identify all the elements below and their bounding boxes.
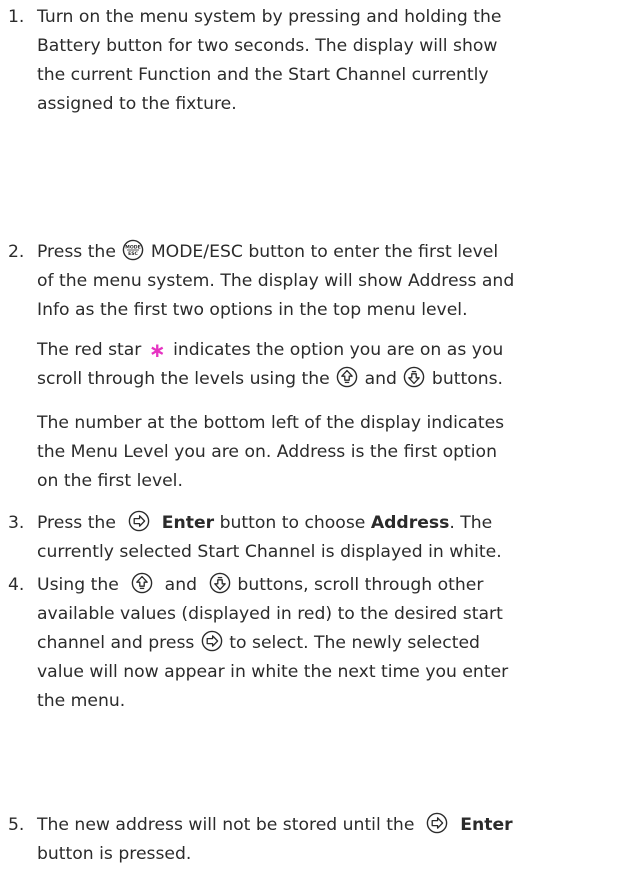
step-number: 3.: [8, 513, 25, 533]
mode-esc-button-icon: MODE ESC: [122, 239, 144, 261]
text-fragment: Press the: [37, 242, 116, 262]
text-line: Battery button for two seconds. The disp…: [37, 36, 498, 56]
text-line: the Menu Level you are on. Address is th…: [37, 442, 497, 462]
text-fragment: Press the: [37, 513, 116, 533]
step-2-paragraph-2: The red star ∗ indicates the option you …: [37, 336, 626, 394]
step-number: 5.: [8, 815, 25, 835]
text-fragment: button to choose: [219, 513, 366, 533]
text-fragment: The red star: [37, 340, 142, 360]
text-fragment: and: [364, 369, 397, 389]
text-fragment: MODE/ESC button to enter the first level: [150, 242, 499, 262]
down-arrow-button-icon: [209, 572, 231, 594]
enter-button-icon: [128, 510, 150, 532]
text-fragment: to select. The newly selected: [229, 633, 480, 653]
text-fragment: channel and press: [37, 633, 195, 653]
text-line: currently selected Start Channel is disp…: [37, 542, 502, 562]
text-line: on the first level.: [37, 471, 183, 491]
esc-label: ESC: [128, 251, 138, 257]
text-line: assigned to the fixture.: [37, 94, 237, 114]
step-number: 1.: [8, 7, 25, 27]
step-1-text: Turn on the menu system by pressing and …: [37, 3, 626, 119]
enter-button-icon: [201, 630, 223, 652]
text-line: button is pressed.: [37, 844, 192, 864]
text-fragment: buttons, scroll through other: [237, 575, 484, 595]
text-line: Turn on the menu system by pressing and …: [37, 7, 502, 27]
step-5-text: The new address will not be stored until…: [37, 811, 626, 869]
text-line: of the menu system. The display will sho…: [37, 271, 515, 291]
step-number: 2.: [8, 242, 25, 262]
enter-label: Enter: [460, 815, 513, 835]
step-2-paragraph-3: The number at the bottom left of the dis…: [37, 409, 626, 496]
text-fragment: Using the: [37, 575, 119, 595]
text-fragment: . The: [449, 513, 493, 533]
text-line: The number at the bottom left of the dis…: [37, 413, 505, 433]
text-line: the menu.: [37, 691, 126, 711]
step-4-text: Using the and buttons, scroll through ot…: [37, 571, 626, 716]
enter-button-icon: [426, 812, 448, 834]
text-line: value will now appear in white the next …: [37, 662, 509, 682]
text-line: Info as the first two options in the top…: [37, 300, 468, 320]
step-3-text: Press the Enter button to choose Address…: [37, 509, 626, 567]
down-arrow-button-icon: [403, 366, 425, 388]
text-fragment: scroll through the levels using the: [37, 369, 330, 389]
text-line: the current Function and the Start Chann…: [37, 65, 489, 85]
text-fragment: buttons.: [431, 369, 504, 389]
text-fragment: indicates the option you are on as you: [173, 340, 504, 360]
up-arrow-button-icon: [131, 572, 153, 594]
step-number: 4.: [8, 575, 25, 595]
enter-label: Enter: [161, 513, 215, 533]
step-2-paragraph-1: Press the MODE ESC MODE/ESC button to en…: [37, 238, 626, 325]
text-fragment: and: [164, 575, 198, 595]
address-label: Address: [370, 513, 450, 533]
text-line: available values (displayed in red) to t…: [37, 604, 503, 624]
up-arrow-button-icon: [336, 366, 358, 388]
red-star-icon: ∗: [148, 338, 166, 362]
text-fragment: The new address will not be stored until…: [37, 815, 415, 835]
